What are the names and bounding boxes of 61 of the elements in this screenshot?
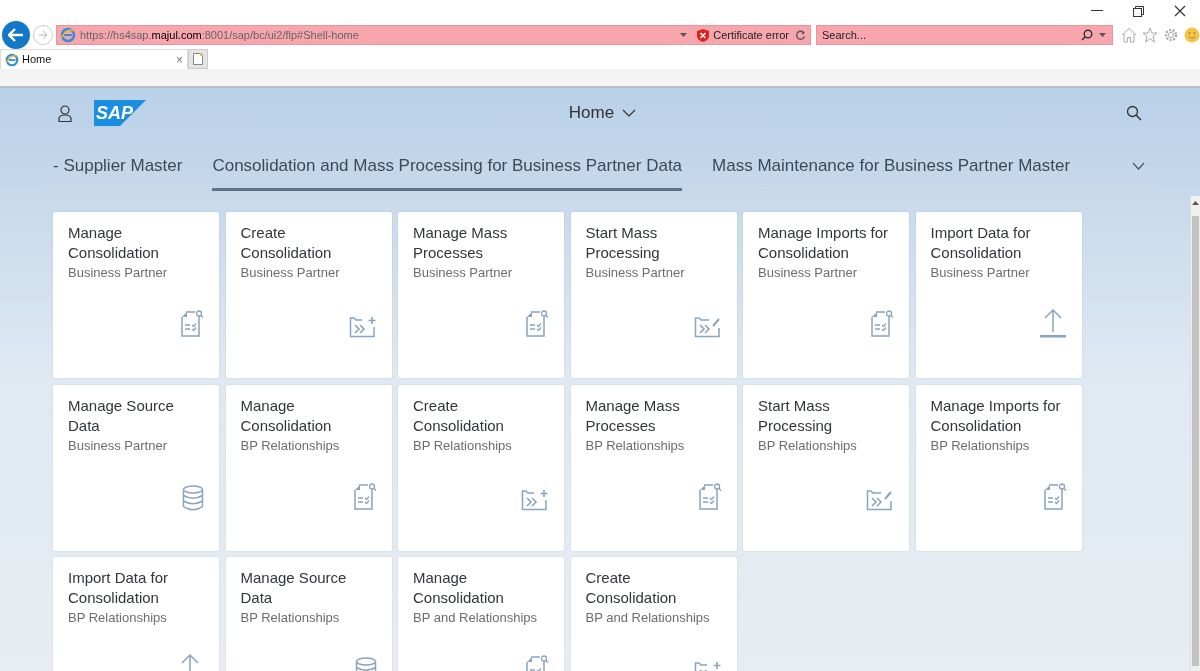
tile-title: Manage Imports for Consolidation — [758, 223, 890, 263]
tile-title: Manage Mass Processes — [585, 395, 681, 436]
tile-subtitle: Business Partner — [930, 264, 1031, 281]
tile-subtitle: Business Partner — [68, 264, 168, 281]
certificate-error-text[interactable]: Certificate error — [713, 26, 789, 44]
app-tile[interactable]: Import Data for Consolidation BP Relationships — [53, 557, 219, 671]
tile-subtitle: Business Partner — [585, 264, 686, 281]
search-field[interactable]: Search... — [822, 26, 1081, 44]
tile-subtitle: BP Relationships — [930, 436, 1031, 454]
sap-logo[interactable]: SAP — [94, 100, 146, 126]
app-tile[interactable]: Manage Imports for Consolidation Business Partner — [743, 212, 909, 378]
tile-subtitle: BP Relationships — [240, 436, 341, 454]
app-tile[interactable]: Start Mass Processing BP Relationships — [743, 384, 909, 551]
tile-subtitle: Business Partner — [758, 264, 858, 281]
tile-title: Manage Imports for Consolidation — [930, 395, 1062, 436]
app-tile[interactable]: Manage Source Data BP Relationships — [225, 557, 392, 671]
search-box[interactable]: Search... — [816, 25, 1113, 45]
app-tile[interactable]: Start Mass Processing Business Partner — [570, 212, 737, 378]
tile-title: Manage Consolidation — [240, 395, 333, 436]
tile-title: Start Mass Processing — [758, 395, 834, 436]
app-tile[interactable]: Manage Imports for Consolidation BP Relationships — [915, 384, 1082, 551]
tile-title: Import Data for Consolidation — [68, 568, 170, 608]
tile-subtitle: BP Relationships — [758, 436, 858, 454]
tile-subtitle: Business Partner — [68, 436, 168, 454]
tile-title: Manage Consolidation — [413, 568, 505, 608]
tile-title: Manage Consolidation — [68, 223, 160, 263]
tab-close-button[interactable]: × — [176, 53, 183, 66]
browser-tab[interactable]: Home × — [0, 49, 188, 69]
app-tile[interactable]: Manage Consolidation Business Partner — [53, 212, 219, 378]
tile-title: Manage Source Data — [240, 568, 348, 608]
app-tile[interactable]: Create Consolidation Business Partner — [225, 212, 392, 378]
tile-subtitle: BP Relationships — [585, 436, 686, 454]
app-tile[interactable]: Manage Consolidation BP and Relationships — [398, 557, 564, 671]
tile-title: Create Consolidation — [413, 395, 505, 436]
tile-title: Manage Mass Processes — [413, 223, 509, 263]
group-tab[interactable]: Mass Maintenance for Business Partner Master — [712, 153, 1071, 191]
app-tile[interactable]: Manage Source Data Business Partner — [53, 384, 219, 551]
tile-subtitle: BP Relationships — [413, 436, 513, 454]
tab-label: Home — [22, 52, 53, 68]
tile-title: Create Consolidation — [240, 223, 333, 263]
address-bar[interactable]: https://hs4sap.majul.com:8001/sap/bc/ui2/flp#Shell-home Certificate error — [56, 25, 811, 45]
tile-title: Import Data for Consolidation — [930, 223, 1032, 263]
tile-subtitle: Business Partner — [240, 264, 341, 281]
tile-subtitle: BP and Relationships — [585, 609, 711, 626]
tile-title: Start Mass Processing — [585, 223, 661, 263]
app-tile[interactable]: Manage Consolidation BP Relationships — [225, 384, 392, 551]
app-tile[interactable]: Manage Mass Processes Business Partner — [398, 212, 564, 378]
app-tile[interactable]: Manage Mass Processes BP Relationships — [570, 384, 737, 551]
home-menu-button[interactable]: Home — [568, 100, 637, 126]
tile-subtitle: BP Relationships — [68, 609, 168, 626]
url-text: https://hs4sap.majul.com:8001/sap/bc/ui2/flp#Shell-home — [80, 27, 359, 43]
tile-title: Manage Source Data — [68, 395, 175, 436]
tile-subtitle: BP Relationships — [240, 609, 341, 626]
app-tile[interactable]: Create Consolidation BP and Relationships — [570, 557, 737, 671]
tile-subtitle: BP and Relationships — [413, 609, 539, 626]
group-tab[interactable]: Consolidation and Mass Processing for Business Partner Data — [212, 153, 683, 191]
tile-subtitle: Business Partner — [413, 264, 513, 281]
group-tab[interactable]: - Supplier Master — [53, 153, 183, 191]
app-tile[interactable]: Create Consolidation BP Relationships — [398, 384, 564, 551]
app-tile[interactable]: Import Data for Consolidation Business Partner — [915, 212, 1082, 378]
tile-title: Create Consolidation — [585, 568, 678, 608]
